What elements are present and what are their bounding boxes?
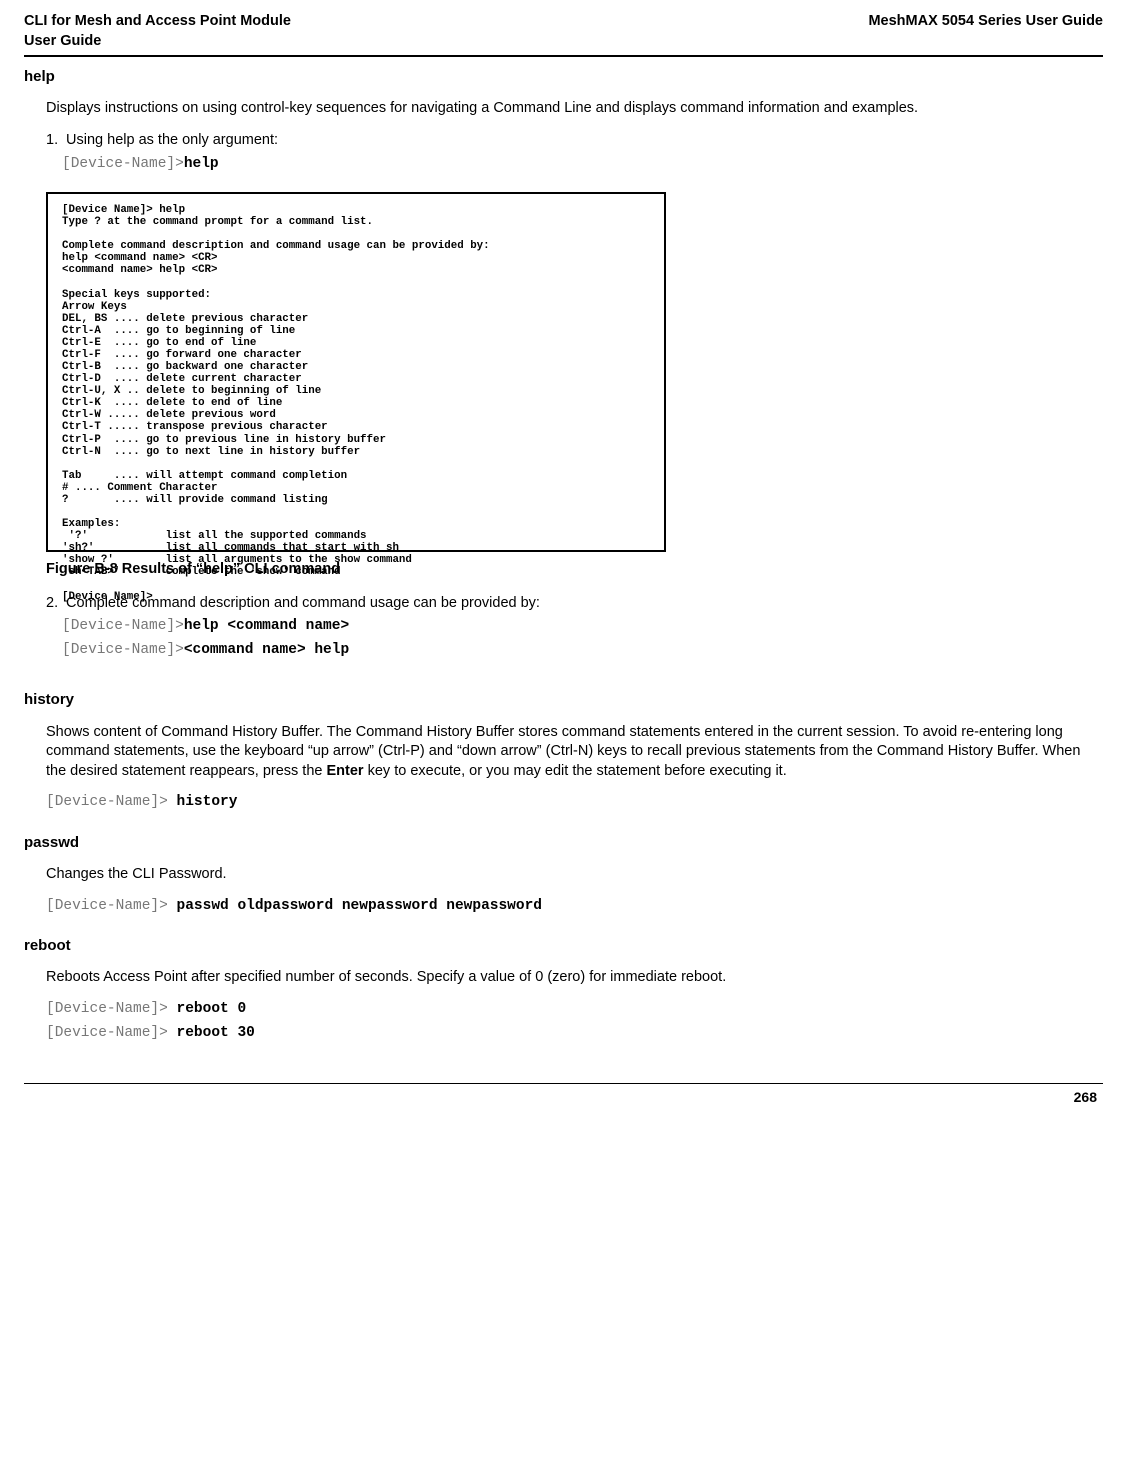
header-rule xyxy=(24,55,1103,57)
cmd-text: help <command name> xyxy=(184,618,349,634)
help-heading: help xyxy=(24,67,1103,87)
reboot-code-a: [Device-Name]> reboot 0 xyxy=(46,1000,1097,1020)
help-step-1-code: [Device-Name]>help xyxy=(62,155,1097,175)
page-header: CLI for Mesh and Access Point Module Use… xyxy=(24,12,1103,51)
cmd-text: <command name> help xyxy=(184,642,349,658)
prompt: [Device-Name]> xyxy=(46,1001,168,1017)
list-number: 1. xyxy=(46,131,62,151)
header-right: MeshMAX 5054 Series User Guide xyxy=(868,12,1103,51)
passwd-body: Changes the CLI Password. xyxy=(46,865,1097,885)
history-body-b: key to execute, or you may edit the stat… xyxy=(364,763,787,779)
header-left-line2: User Guide xyxy=(24,33,101,49)
figure-caption: Figure B-8 Results of “help” CLI command xyxy=(46,560,1103,580)
cmd-text: reboot 30 xyxy=(168,1025,255,1041)
prompt: [Device-Name]> xyxy=(46,794,168,810)
page-number: 268 xyxy=(24,1088,1103,1107)
cmd-text: reboot 0 xyxy=(168,1001,246,1017)
history-heading: history xyxy=(24,690,1103,710)
history-body: Shows content of Command History Buffer.… xyxy=(46,723,1097,782)
prompt: [Device-Name]> xyxy=(46,1025,168,1041)
enter-key: Enter xyxy=(327,763,364,779)
cmd-text: history xyxy=(168,794,238,810)
help-output-text: [Device Name]> help Type ? at the comman… xyxy=(62,204,650,603)
help-output-figure: [Device Name]> help Type ? at the comman… xyxy=(46,192,666,552)
list-number: 2. xyxy=(46,594,62,614)
footer-rule xyxy=(24,1083,1103,1084)
passwd-heading: passwd xyxy=(24,833,1103,853)
reboot-code-b: [Device-Name]> reboot 30 xyxy=(46,1024,1097,1044)
prompt: [Device-Name]> xyxy=(62,618,184,634)
cmd-text: help xyxy=(184,156,219,172)
reboot-heading: reboot xyxy=(24,936,1103,956)
prompt: [Device-Name]> xyxy=(46,898,168,914)
cmd-text: passwd oldpassword newpassword newpasswo… xyxy=(168,898,542,914)
history-code: [Device-Name]> history xyxy=(46,793,1097,813)
help-step-1-text: Using help as the only argument: xyxy=(66,132,278,148)
help-step-1: 1. Using help as the only argument: xyxy=(62,131,1097,151)
help-step-2-code-b: [Device-Name]><command name> help xyxy=(62,641,1097,661)
header-left: CLI for Mesh and Access Point Module Use… xyxy=(24,12,291,51)
prompt: [Device-Name]> xyxy=(62,156,184,172)
help-step-2-code-a: [Device-Name]>help <command name> xyxy=(62,617,1097,637)
help-step-2: 2. Complete command description and comm… xyxy=(62,594,1097,614)
help-step-2-text: Complete command description and command… xyxy=(66,595,540,611)
reboot-body: Reboots Access Point after specified num… xyxy=(46,968,1097,988)
prompt: [Device-Name]> xyxy=(62,642,184,658)
passwd-code: [Device-Name]> passwd oldpassword newpas… xyxy=(46,897,1097,917)
header-left-line1: CLI for Mesh and Access Point Module xyxy=(24,13,291,29)
help-intro: Displays instructions on using control-k… xyxy=(46,99,1097,119)
